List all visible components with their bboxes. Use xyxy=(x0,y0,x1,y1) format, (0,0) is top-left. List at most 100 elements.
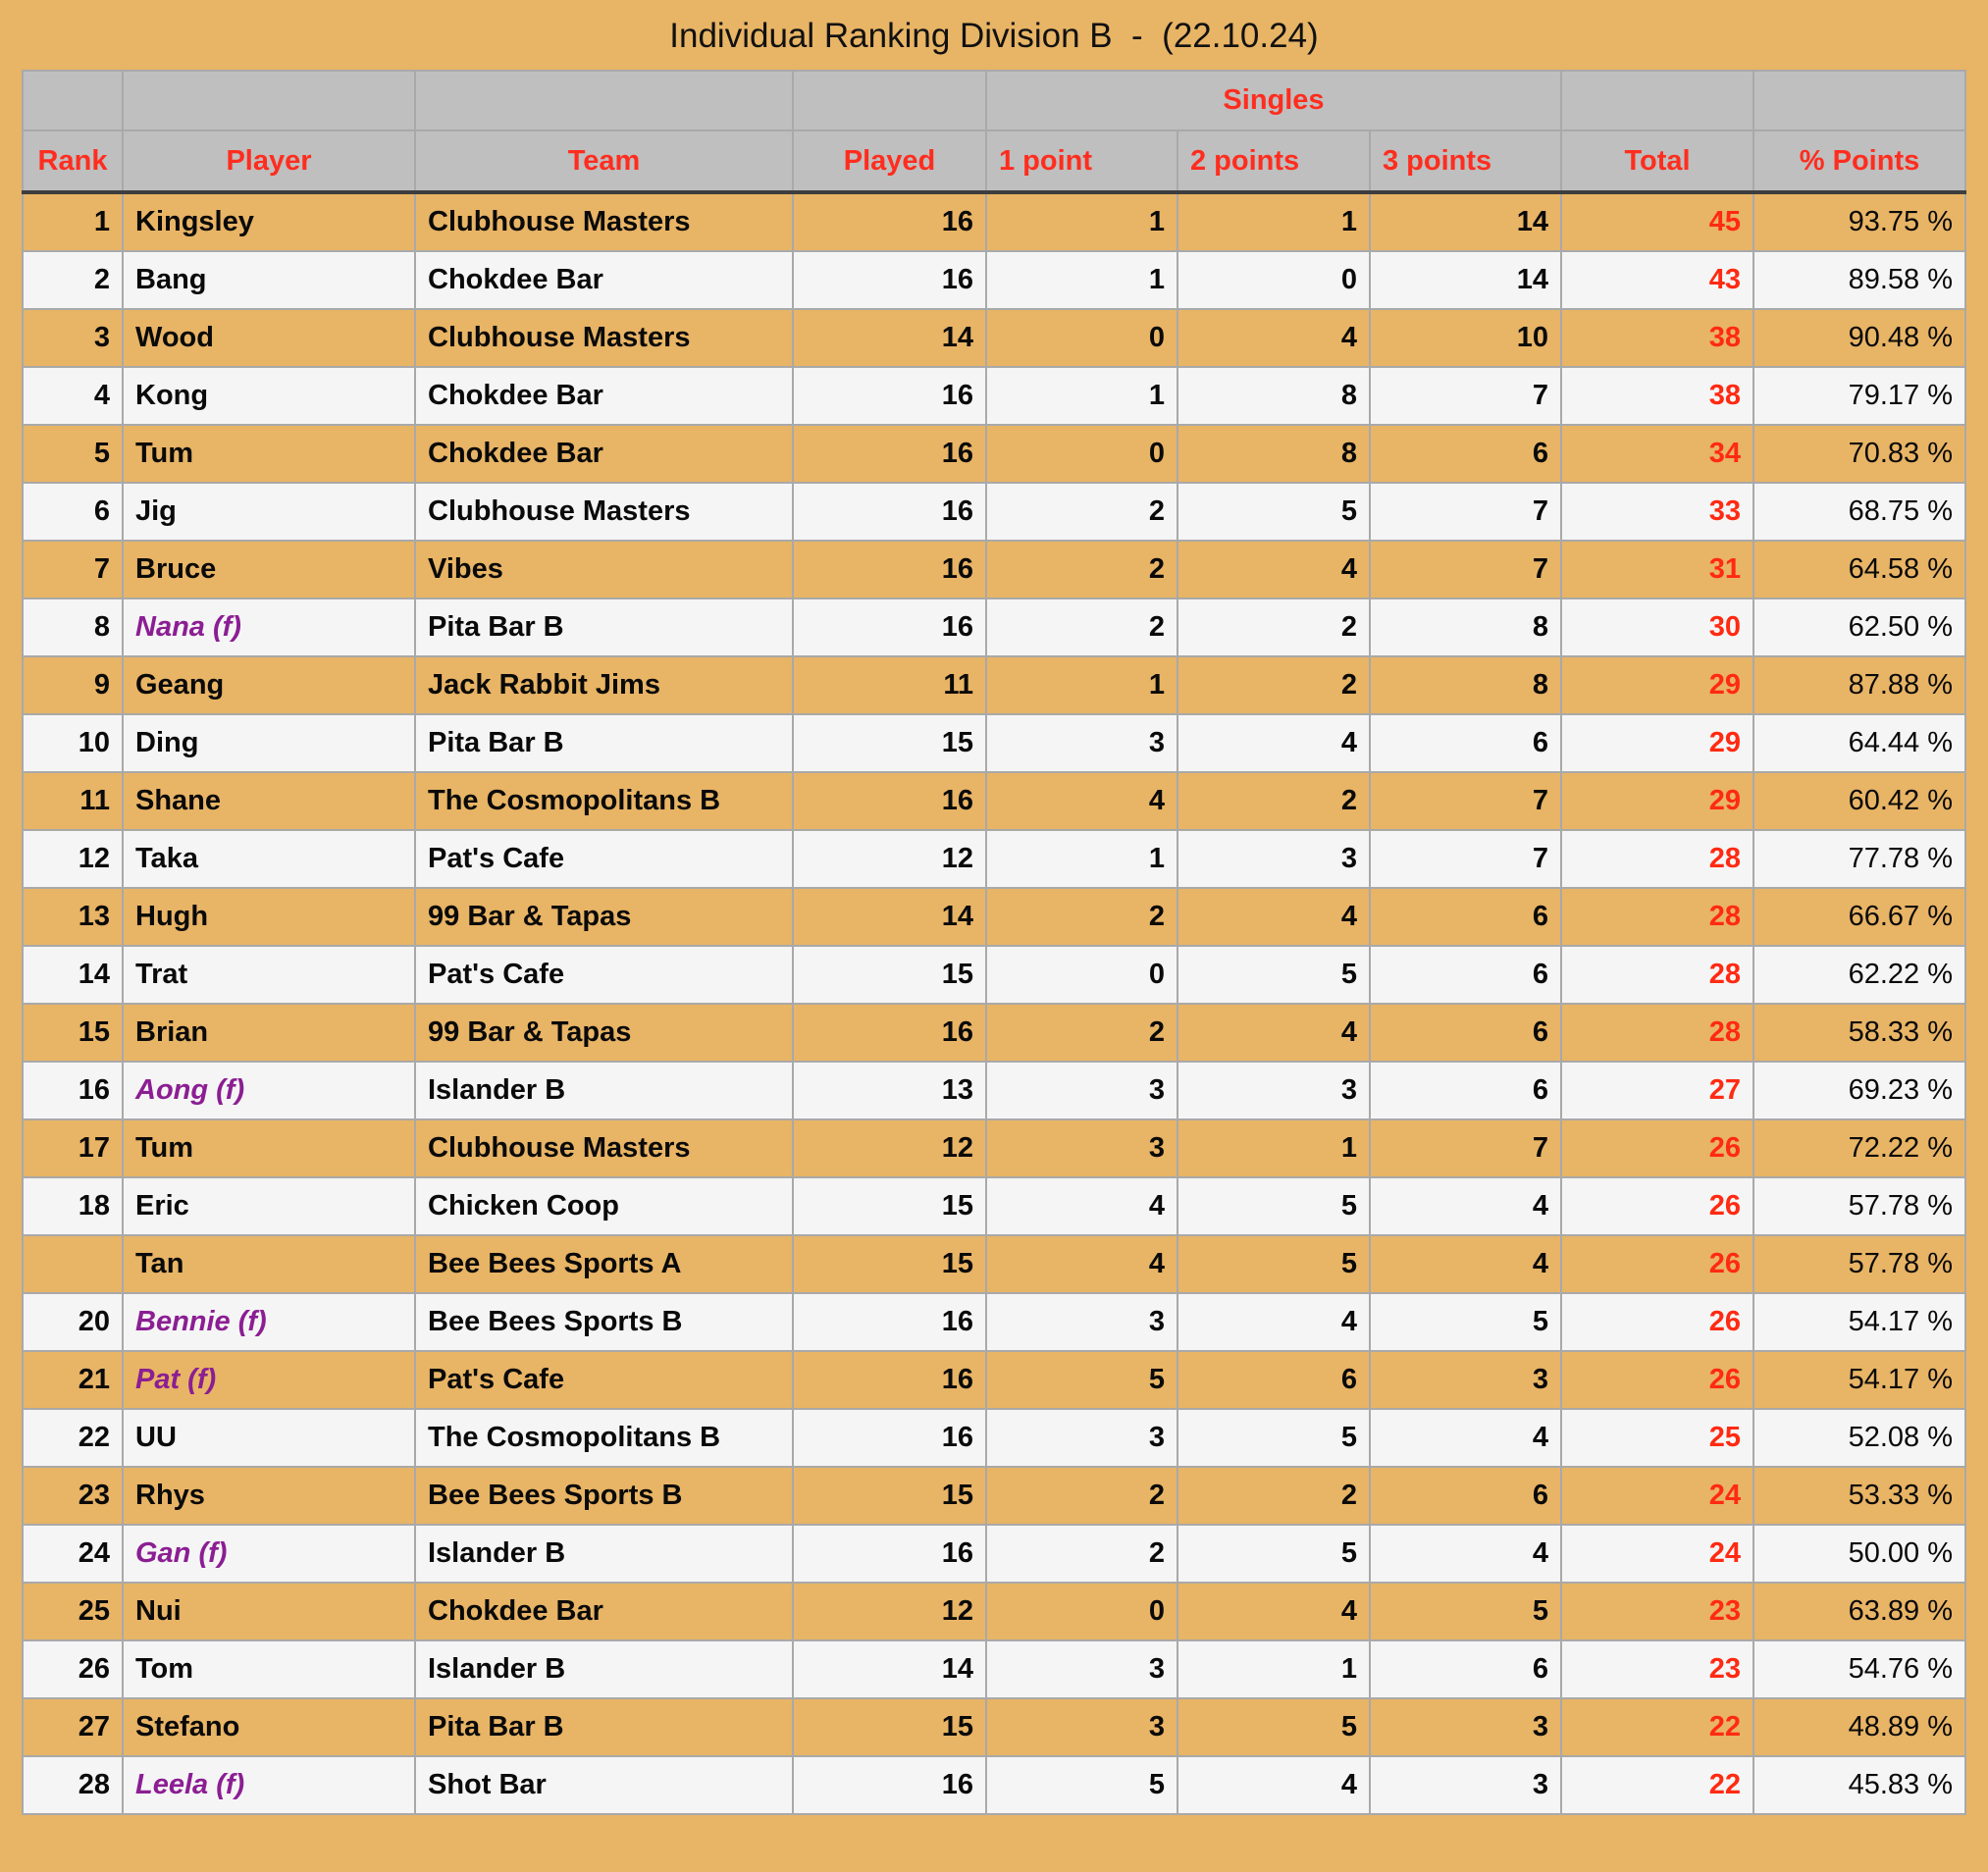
total-cell: 23 xyxy=(1560,1639,1755,1699)
table-row[interactable]: 28 Leela (f) Shot Bar 16 5 4 3 22 45.83 % xyxy=(22,1755,1967,1815)
team-name-cell: Vibes xyxy=(414,540,794,599)
table-row[interactable]: 15 Brian 99 Bar & Tapas 16 2 4 6 28 58.33 % xyxy=(22,1003,1967,1063)
column-header-team[interactable]: Team xyxy=(414,130,794,194)
player-name-cell: Tum xyxy=(122,1118,416,1178)
three-points-cell: 6 xyxy=(1368,945,1563,1005)
total-cell: 38 xyxy=(1560,366,1755,426)
player-name-cell: Aong (f) xyxy=(122,1061,416,1120)
rank-cell: 4 xyxy=(22,366,124,426)
table-row[interactable]: 6 Jig Clubhouse Masters 16 2 5 7 33 68.75 % xyxy=(22,482,1967,542)
table-row[interactable]: 3 Wood Clubhouse Masters 14 0 4 10 38 90.48 % xyxy=(22,308,1967,368)
two-points-cell: 1 xyxy=(1177,1118,1371,1178)
played-cell: 16 xyxy=(792,1350,987,1410)
three-points-cell: 4 xyxy=(1368,1234,1563,1294)
pct-points-cell: 66.67 % xyxy=(1753,887,1967,947)
column-header-1-point[interactable]: 1 point xyxy=(985,130,1178,194)
total-cell: 28 xyxy=(1560,829,1755,889)
one-point-cell: 3 xyxy=(985,713,1178,773)
table-row[interactable]: 27 Stefano Pita Bar B 15 3 5 3 22 48.89 % xyxy=(22,1697,1967,1757)
rank-cell: 22 xyxy=(22,1408,124,1468)
player-name-cell: Tum xyxy=(122,424,416,484)
table-row[interactable]: 17 Tum Clubhouse Masters 12 3 1 7 26 72.22 % xyxy=(22,1118,1967,1178)
team-name-cell: Chicken Coop xyxy=(414,1176,794,1236)
total-cell: 24 xyxy=(1560,1466,1755,1526)
total-cell: 45 xyxy=(1560,191,1755,252)
table-row[interactable]: 16 Aong (f) Islander B 13 3 3 6 27 69.23 % xyxy=(22,1061,1967,1120)
team-name-cell: Bee Bees Sports B xyxy=(414,1292,794,1352)
total-cell: 43 xyxy=(1560,250,1755,310)
table-row[interactable]: 8 Nana (f) Pita Bar B 16 2 2 8 30 62.50 % xyxy=(22,598,1967,657)
player-name-cell: Stefano xyxy=(122,1697,416,1757)
played-cell: 14 xyxy=(792,308,987,368)
column-header-total[interactable]: Total xyxy=(1560,130,1755,194)
pct-points-cell: 89.58 % xyxy=(1753,250,1967,310)
table-row[interactable]: 21 Pat (f) Pat's Cafe 16 5 6 3 26 54.17 % xyxy=(22,1350,1967,1410)
table-row[interactable]: 10 Ding Pita Bar B 15 3 4 6 29 64.44 % xyxy=(22,713,1967,773)
two-points-cell: 5 xyxy=(1177,1697,1371,1757)
table-row[interactable]: 7 Bruce Vibes 16 2 4 7 31 64.58 % xyxy=(22,540,1967,599)
rank-cell: 16 xyxy=(22,1061,124,1120)
pct-points-cell: 93.75 % xyxy=(1753,191,1967,252)
three-points-cell: 4 xyxy=(1368,1408,1563,1468)
two-points-cell: 3 xyxy=(1177,1061,1371,1120)
table-row[interactable]: 1 Kingsley Clubhouse Masters 16 1 1 14 45 93.75 … xyxy=(22,191,1967,252)
table-row[interactable]: 25 Nui Chokdee Bar 12 0 4 5 23 63.89 % xyxy=(22,1582,1967,1641)
player-name-cell: UU xyxy=(122,1408,416,1468)
table-row[interactable]: 4 Kong Chokdee Bar 16 1 8 7 38 79.17 % xyxy=(22,366,1967,426)
three-points-cell: 4 xyxy=(1368,1176,1563,1236)
rank-cell: 28 xyxy=(22,1755,124,1815)
column-header-2-points[interactable]: 2 points xyxy=(1177,130,1371,194)
table-row[interactable]: 13 Hugh 99 Bar & Tapas 14 2 4 6 28 66.67 % xyxy=(22,887,1967,947)
team-name-cell: Pita Bar B xyxy=(414,713,794,773)
three-points-cell: 6 xyxy=(1368,1061,1563,1120)
three-points-cell: 7 xyxy=(1368,540,1563,599)
page-title: Individual Ranking Division B - (22.10.2… xyxy=(669,17,1319,55)
column-header-pct-points[interactable]: % Points xyxy=(1753,130,1967,194)
rank-cell: 8 xyxy=(22,598,124,657)
table-row[interactable]: 22 UU The Cosmopolitans B 16 3 5 4 25 52.08 % xyxy=(22,1408,1967,1468)
team-name-cell: Islander B xyxy=(414,1061,794,1120)
one-point-cell: 1 xyxy=(985,191,1178,252)
played-cell: 16 xyxy=(792,191,987,252)
rank-cell: 21 xyxy=(22,1350,124,1410)
table-row[interactable]: 20 Bennie (f) Bee Bees Sports B 16 3 4 5 26 54.1… xyxy=(22,1292,1967,1352)
one-point-cell: 2 xyxy=(985,1003,1178,1063)
column-header-played[interactable]: Played xyxy=(792,130,987,194)
table-row[interactable]: 14 Trat Pat's Cafe 15 0 5 6 28 62.22 % xyxy=(22,945,1967,1005)
header-group-empty-played xyxy=(792,70,987,131)
table-row[interactable]: 23 Rhys Bee Bees Sports B 15 2 2 6 24 53.33 % xyxy=(22,1466,1967,1526)
three-points-cell: 6 xyxy=(1368,1466,1563,1526)
two-points-cell: 1 xyxy=(1177,1639,1371,1699)
table-row[interactable]: 9 Geang Jack Rabbit Jims 11 1 2 8 29 87.88 % xyxy=(22,655,1967,715)
two-points-cell: 4 xyxy=(1177,1755,1371,1815)
table-row[interactable]: Tan Bee Bees Sports A 15 4 5 4 26 57.78 % xyxy=(22,1234,1967,1294)
one-point-cell: 3 xyxy=(985,1639,1178,1699)
column-header-player[interactable]: Player xyxy=(122,130,416,194)
pct-points-cell: 77.78 % xyxy=(1753,829,1967,889)
table-row[interactable]: 26 Tom Islander B 14 3 1 6 23 54.76 % xyxy=(22,1639,1967,1699)
total-cell: 26 xyxy=(1560,1234,1755,1294)
column-header-3-points[interactable]: 3 points xyxy=(1368,130,1563,194)
rank-cell: 1 xyxy=(22,191,124,252)
table-row[interactable]: 12 Taka Pat's Cafe 12 1 3 7 28 77.78 % xyxy=(22,829,1967,889)
table-row[interactable]: 5 Tum Chokdee Bar 16 0 8 6 34 70.83 % xyxy=(22,424,1967,484)
total-cell: 25 xyxy=(1560,1408,1755,1468)
three-points-cell: 6 xyxy=(1368,424,1563,484)
two-points-cell: 4 xyxy=(1177,1003,1371,1063)
team-name-cell: Chokdee Bar xyxy=(414,366,794,426)
rank-cell: 13 xyxy=(22,887,124,947)
team-name-cell: Islander B xyxy=(414,1639,794,1699)
table-row[interactable]: 2 Bang Chokdee Bar 16 1 0 14 43 89.58 % xyxy=(22,250,1967,310)
table-row[interactable]: 18 Eric Chicken Coop 15 4 5 4 26 57.78 % xyxy=(22,1176,1967,1236)
table-row[interactable]: 11 Shane The Cosmopolitans B 16 4 2 7 29 60.42 % xyxy=(22,771,1967,831)
column-header-rank[interactable]: Rank xyxy=(22,130,124,194)
player-name-cell: Bang xyxy=(122,250,416,310)
total-cell: 24 xyxy=(1560,1524,1755,1584)
rank-cell: 11 xyxy=(22,771,124,831)
one-point-cell: 4 xyxy=(985,771,1178,831)
table-row[interactable]: 24 Gan (f) Islander B 16 2 5 4 24 50.00 % xyxy=(22,1524,1967,1584)
two-points-cell: 2 xyxy=(1177,771,1371,831)
three-points-cell: 7 xyxy=(1368,366,1563,426)
played-cell: 15 xyxy=(792,1176,987,1236)
rank-cell: 25 xyxy=(22,1582,124,1641)
